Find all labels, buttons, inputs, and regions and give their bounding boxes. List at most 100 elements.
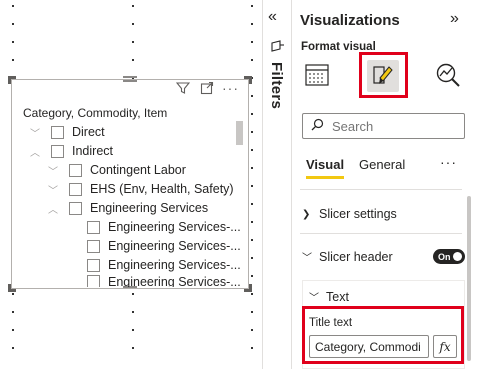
grid-dot <box>12 5 14 7</box>
resize-handle-bottom-left[interactable] <box>8 284 16 292</box>
chevron-down-icon: ﹀ <box>302 253 312 264</box>
grid-dot <box>251 41 253 43</box>
grid-dot <box>251 329 253 331</box>
grid-dot <box>251 311 253 313</box>
filter-pane-icon[interactable] <box>271 40 285 57</box>
checkbox[interactable] <box>87 239 100 253</box>
grid-dot <box>251 23 253 25</box>
grid-dot <box>12 41 14 43</box>
more-options-icon[interactable]: ··· <box>222 80 238 96</box>
slicer-item-label: Engineering Services-... <box>108 239 241 253</box>
section-slicer-settings[interactable]: ❯ Slicer settings <box>302 207 397 221</box>
filters-label[interactable]: Filters <box>268 62 285 109</box>
grid-dot <box>132 5 134 7</box>
more-options-icon[interactable]: ··· <box>440 154 457 170</box>
toggle-label: On <box>438 251 451 262</box>
tab-visual[interactable]: Visual <box>306 157 344 172</box>
grid-dot <box>132 41 134 43</box>
grid-dot <box>132 311 134 313</box>
grid-dot <box>251 275 253 277</box>
grid-dot <box>251 203 253 205</box>
collapse-pane-icon[interactable]: » <box>450 10 459 28</box>
section-label: Text <box>326 289 349 304</box>
tab-general[interactable]: General <box>359 157 405 172</box>
grid-dot <box>132 59 134 61</box>
tab-active-indicator <box>306 176 344 179</box>
slicer-item[interactable]: Engineering Services-... <box>87 256 241 274</box>
slicer-item[interactable]: Engineering Services-... <box>87 237 241 255</box>
slicer-item[interactable]: Engineering Services-... <box>87 275 241 287</box>
slicer-header-toggle[interactable]: On <box>433 249 465 264</box>
checkbox[interactable] <box>51 144 64 158</box>
filter-icon[interactable] <box>175 80 190 95</box>
grid-dot <box>251 185 253 187</box>
chevron-up-icon[interactable]: ︿ <box>29 145 41 159</box>
grid-dot <box>251 257 253 259</box>
search-icon <box>311 118 324 134</box>
grid-dot <box>251 221 253 223</box>
slicer-item-label: Engineering Services-... <box>108 258 241 272</box>
slicer-item-label: Direct <box>72 125 105 139</box>
pane-scrollbar[interactable] <box>467 196 471 361</box>
chevron-up-icon[interactable]: ︿ <box>47 202 59 216</box>
slicer-item[interactable]: ︿ Engineering Services <box>47 199 208 217</box>
grid-dot <box>251 131 253 133</box>
section-text[interactable]: ﹀ Text <box>309 289 349 305</box>
grid-dot <box>12 23 14 25</box>
fx-button[interactable]: fx <box>433 335 457 358</box>
slicer-item-label: Engineering Services-... <box>108 220 241 234</box>
grid-dot <box>251 113 253 115</box>
grid-dot <box>132 347 134 349</box>
search-box[interactable] <box>302 113 465 139</box>
grid-dot <box>132 293 134 295</box>
drag-grip[interactable] <box>123 80 137 82</box>
grid-dot <box>12 311 14 313</box>
grid-dot <box>12 329 14 331</box>
drag-grip[interactable] <box>123 76 137 78</box>
grid-dot <box>251 59 253 61</box>
grid-dot <box>251 95 253 97</box>
title-text-input[interactable] <box>309 335 429 358</box>
section-label: Slicer settings <box>319 207 397 221</box>
slicer-item-label: Indirect <box>72 144 113 158</box>
chevron-down-icon[interactable]: ﹀ <box>29 126 41 140</box>
checkbox[interactable] <box>51 125 64 139</box>
title-text-label: Title text <box>309 317 353 329</box>
search-input[interactable] <box>332 118 452 134</box>
slicer-item[interactable]: ﹀ EHS (Env, Health, Safety) <box>47 180 234 198</box>
slicer-item[interactable]: ﹀ Contingent Labor <box>47 161 186 179</box>
collapse-filters-icon[interactable]: « <box>268 8 277 26</box>
slicer-scrollbar[interactable] <box>236 121 243 145</box>
checkbox[interactable] <box>69 163 82 177</box>
checkbox[interactable] <box>87 275 100 287</box>
slicer-item[interactable]: ︿ Indirect <box>29 142 113 160</box>
chevron-down-icon: ﹀ <box>309 293 319 304</box>
slicer-item[interactable]: Engineering Services-... <box>87 218 241 236</box>
resize-handle-top-right[interactable] <box>244 76 252 84</box>
slicer-item[interactable]: ﹀ Direct <box>29 123 105 141</box>
chevron-down-icon[interactable]: ﹀ <box>47 164 59 178</box>
section-slicer-header[interactable]: ﹀ Slicer header <box>302 249 393 265</box>
chevron-down-icon[interactable]: ﹀ <box>47 183 59 197</box>
resize-handle-bottom-right[interactable] <box>244 284 252 292</box>
build-visual-button[interactable] <box>303 61 331 89</box>
focus-mode-icon[interactable] <box>199 80 214 95</box>
slicer-item-label: Engineering Services-... <box>108 275 241 287</box>
resize-handle-top-left[interactable] <box>8 76 16 84</box>
grid-dot <box>12 347 14 349</box>
grid-dot <box>251 149 253 151</box>
grid-dot <box>132 23 134 25</box>
analytics-button[interactable] <box>434 61 462 89</box>
checkbox[interactable] <box>69 201 82 215</box>
checkbox[interactable] <box>69 182 82 196</box>
build-visual-icon <box>305 64 329 86</box>
divider <box>300 189 462 190</box>
slicer-title: Category, Commodity, Item <box>23 106 168 120</box>
grid-dot <box>132 329 134 331</box>
highlight-box-format <box>359 52 408 98</box>
grid-dot <box>251 239 253 241</box>
magnifier-chart-icon <box>436 63 460 87</box>
checkbox[interactable] <box>87 258 100 272</box>
slicer-item-label: Engineering Services <box>90 201 209 215</box>
checkbox[interactable] <box>87 220 100 234</box>
